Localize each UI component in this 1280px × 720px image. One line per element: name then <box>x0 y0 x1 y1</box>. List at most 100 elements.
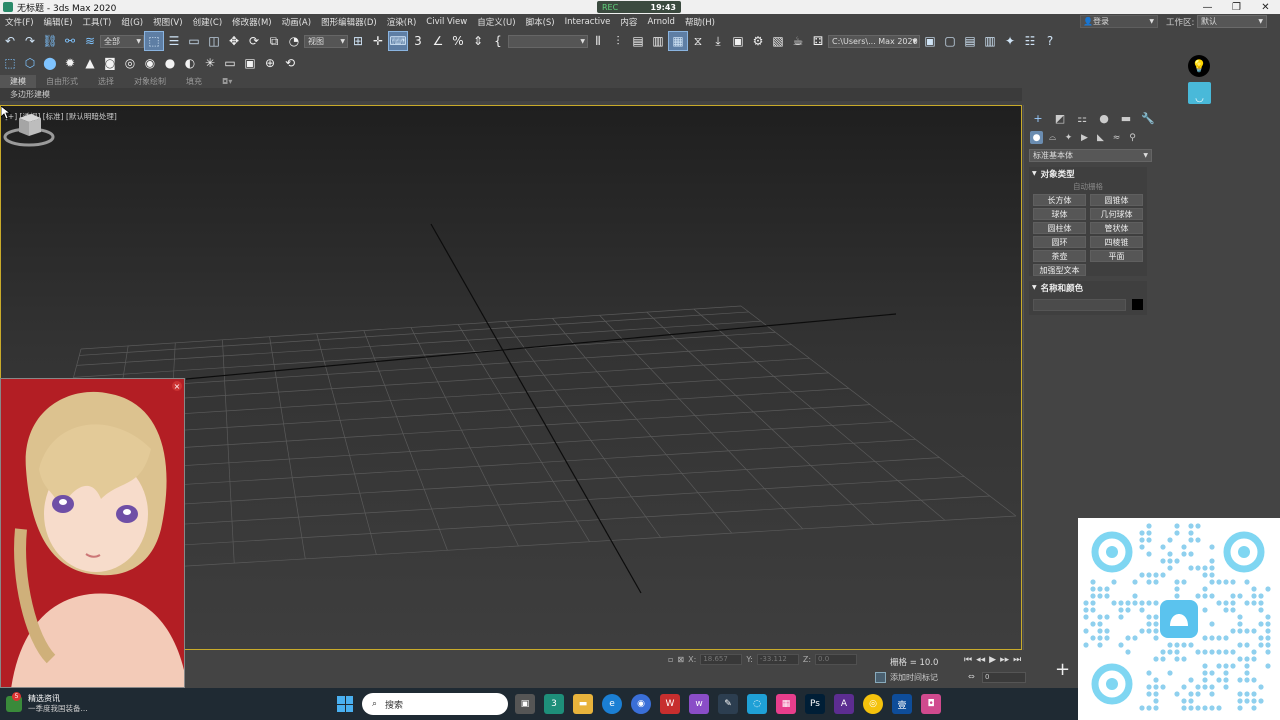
shapes-icon[interactable]: ⌓ <box>1046 131 1059 144</box>
ribbon-tab-modeling[interactable]: 建模 <box>0 75 36 88</box>
loop-icon[interactable]: ◐ <box>180 53 200 73</box>
menu-create[interactable]: 创建(C) <box>188 16 228 28</box>
menu-file[interactable]: 文件(F) <box>0 16 39 28</box>
y-coordinate-field[interactable]: -33.112 <box>756 654 799 665</box>
display-tab-icon[interactable]: ▬ <box>1118 111 1134 125</box>
move-icon[interactable]: ✥ <box>224 31 244 51</box>
bulb-icon[interactable]: ◉ <box>140 53 160 73</box>
app-messenger-icon[interactable]: ◌ <box>747 694 767 714</box>
photoshop-icon[interactable]: Ps <box>805 694 825 714</box>
percent-snap-icon[interactable]: % <box>448 31 468 51</box>
menu-customize[interactable]: 自定义(U) <box>472 16 520 28</box>
render-setup-icon[interactable]: ⚙ <box>748 31 768 51</box>
z-coordinate-field[interactable]: 0.0 <box>815 654 858 665</box>
xref-icon[interactable]: ⬡ <box>20 53 40 73</box>
scale-icon[interactable]: ⧉ <box>264 31 284 51</box>
file-explorer-icon[interactable]: ▬ <box>573 694 593 714</box>
name-color-header[interactable]: ▼ 名称和颜色 <box>1029 281 1147 294</box>
floating-tool-icon[interactable]: ◡ <box>1188 82 1211 104</box>
sun-icon[interactable]: ✹ <box>60 53 80 73</box>
utilities-tab-icon[interactable]: 🔧 <box>1140 111 1156 125</box>
plugin-icon[interactable]: ✦ <box>1000 31 1020 51</box>
close-button[interactable]: ✕ <box>1251 0 1280 14</box>
ribbon-subtitle[interactable]: 多边形建模 <box>0 88 1022 101</box>
menu-interactive[interactable]: Interactive <box>560 17 616 27</box>
layer-explorer-icon[interactable]: ▤ <box>628 31 648 51</box>
motion-tab-icon[interactable]: ● <box>1096 111 1112 125</box>
autogrid-checkbox[interactable]: 自动栅格 <box>1029 181 1147 192</box>
menu-civil-view[interactable]: Civil View <box>421 17 472 27</box>
login-dropdown[interactable]: 👤 登录 ▼ <box>1080 15 1158 28</box>
lock-icon[interactable]: ▫ <box>668 655 673 664</box>
crosshair-icon[interactable]: ⊕ <box>260 53 280 73</box>
cylinder-button[interactable]: 圆柱体 <box>1033 222 1086 234</box>
next-frame-icon[interactable]: ▸▸ <box>1000 655 1009 665</box>
menu-animation[interactable]: 动画(A) <box>277 16 316 28</box>
maximize-button[interactable]: ❐ <box>1222 0 1251 14</box>
project-save-icon[interactable]: ▥ <box>980 31 1000 51</box>
taskbar-search[interactable]: ⌕ 搜索 <box>362 693 508 715</box>
project-open-icon[interactable]: ▤ <box>960 31 980 51</box>
geosphere-button[interactable]: 几何球体 <box>1090 208 1143 220</box>
ribbon-tab-selection[interactable]: 选择 <box>88 76 124 87</box>
add-time-tag[interactable]: 添加时间标记 <box>875 672 938 683</box>
edge-browser-icon[interactable]: e <box>602 694 622 714</box>
time-config-icon[interactable]: ⇔ <box>968 672 975 681</box>
viewport-icon[interactable]: ▣ <box>240 53 260 73</box>
help-icon[interactable]: ? <box>1040 31 1060 51</box>
selection-filter-dropdown[interactable]: 全部 ▼ <box>100 34 144 48</box>
render-cloud-icon[interactable]: ⚃ <box>808 31 828 51</box>
ribbon-toggle-icon[interactable]: ▦ <box>668 31 688 51</box>
ribbon-tab-populate[interactable]: 填充 <box>176 76 212 87</box>
plane-button[interactable]: 平面 <box>1090 250 1143 262</box>
tips-bulb-icon[interactable]: 💡 <box>1188 55 1210 77</box>
orbit-icon[interactable]: ⟲ <box>280 53 300 73</box>
create-tab-icon[interactable]: + <box>1030 111 1046 125</box>
reference-coord-dropdown[interactable]: 视图 ▼ <box>304 34 348 48</box>
current-frame-field[interactable]: 0 <box>982 672 1026 683</box>
align-icon[interactable]: ⫶ <box>608 31 628 51</box>
3dsmax-app-icon[interactable]: 3 <box>544 694 564 714</box>
edit-named-selections-icon[interactable]: { <box>488 31 508 51</box>
camera-icon[interactable]: ◙ <box>100 53 120 73</box>
object-name-input[interactable] <box>1033 298 1126 311</box>
snap-toggle-icon[interactable]: 3 <box>408 31 428 51</box>
geometry-icon[interactable]: ● <box>1030 131 1043 144</box>
angle-snap-icon[interactable]: ∠ <box>428 31 448 51</box>
menu-content[interactable]: 内容 <box>615 16 642 28</box>
spinner-snap-icon[interactable]: ⇕ <box>468 31 488 51</box>
menu-rendering[interactable]: 渲染(R) <box>382 16 422 28</box>
box-button[interactable]: 长方体 <box>1033 194 1086 206</box>
wps-office-icon[interactable]: W <box>660 694 680 714</box>
sphere-icon[interactable]: ● <box>160 53 180 73</box>
window-crossing-icon[interactable]: ◫ <box>204 31 224 51</box>
cameras-icon[interactable]: ▶ <box>1078 131 1091 144</box>
mirror-icon[interactable]: ⫴ <box>588 31 608 51</box>
modify-tab-icon[interactable]: ◩ <box>1052 111 1068 125</box>
render-icon[interactable]: ☕ <box>788 31 808 51</box>
redo-icon[interactable]: ↷ <box>20 31 40 51</box>
select-by-name-icon[interactable]: ☰ <box>164 31 184 51</box>
helpers-icon[interactable]: ◣ <box>1094 131 1107 144</box>
task-view-icon[interactable]: ▣ <box>515 694 535 714</box>
app-w-icon[interactable]: w <box>689 694 709 714</box>
menu-tools[interactable]: 工具(T) <box>78 16 117 28</box>
play-icon[interactable]: ▶ <box>989 655 996 665</box>
rotate-icon[interactable]: ⟳ <box>244 31 264 51</box>
menu-group[interactable]: 组(G) <box>116 16 148 28</box>
scene-explorer-icon[interactable]: ▥ <box>648 31 668 51</box>
pyramid-button[interactable]: 四棱锥 <box>1090 236 1143 248</box>
ribbon-options-icon[interactable]: ◘▾ <box>212 77 242 86</box>
cone-icon[interactable]: ▲ <box>80 53 100 73</box>
recorder-badge[interactable]: REC 19:43 <box>597 1 681 13</box>
go-to-end-icon[interactable]: ⏭ <box>1013 655 1021 665</box>
sphere-button[interactable]: 球体 <box>1033 208 1086 220</box>
app-a-icon[interactable]: A <box>834 694 854 714</box>
minimize-button[interactable]: — <box>1193 0 1222 14</box>
workspace-select[interactable]: 默认 ▼ <box>1197 15 1267 28</box>
close-overlay-icon[interactable]: × <box>172 381 182 391</box>
unlink-icon[interactable]: ⚯ <box>60 31 80 51</box>
particle-icon[interactable]: ✳ <box>200 53 220 73</box>
rect-select-icon[interactable]: ▭ <box>184 31 204 51</box>
go-to-start-icon[interactable]: ⏮ <box>964 655 972 665</box>
